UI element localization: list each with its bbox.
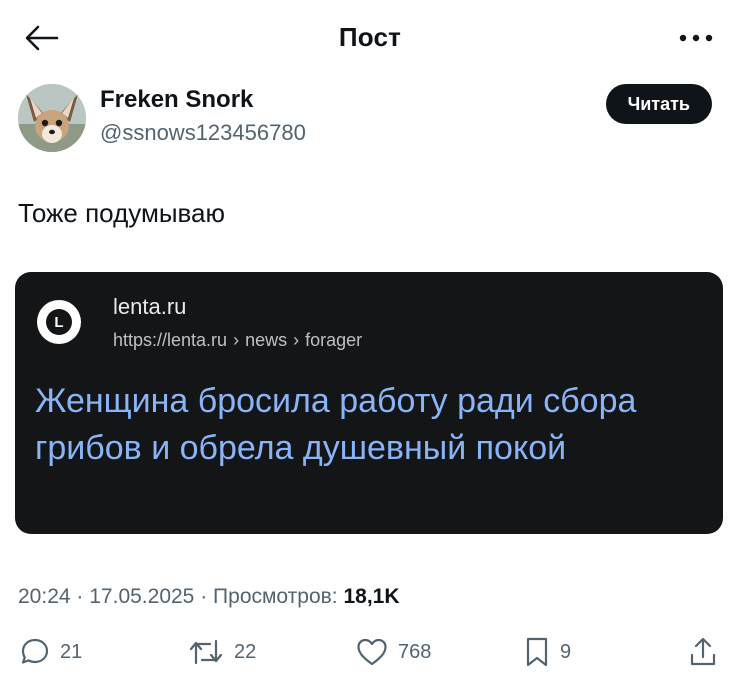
action-bar: 21 22 768 9: [0, 632, 740, 672]
site-url: https://lenta.ru › news › forager: [113, 330, 362, 351]
url-part: https://lenta.ru: [113, 330, 228, 350]
post-meta: 20:24 · 17.05.2025 · Просмотров: 18,1K: [18, 585, 400, 609]
url-separator: ›: [233, 330, 240, 350]
news-headline: Женщина бросила работу ради сбора грибов…: [35, 382, 637, 467]
reply-count: 21: [60, 640, 83, 663]
bookmark-icon: [526, 637, 548, 667]
repost-count: 22: [234, 640, 257, 663]
page-title: Пост: [338, 22, 402, 52]
reply-icon: [21, 638, 49, 664]
heart-icon: [357, 638, 387, 666]
bookmark-count: 9: [560, 640, 572, 663]
fox-avatar-icon: [18, 84, 86, 152]
views-count: 18,1K: [343, 585, 400, 608]
repost-button[interactable]: 22: [188, 632, 256, 672]
url-part: news: [245, 330, 288, 350]
post-text: Тоже подумываю: [18, 198, 225, 228]
post-date[interactable]: 17.05.2025: [89, 585, 194, 608]
follow-button[interactable]: Читать: [605, 84, 712, 124]
repost-icon: [189, 639, 223, 665]
views-label: Просмотров:: [213, 585, 338, 608]
like-count: 768: [398, 640, 432, 663]
bookmark-button[interactable]: 9: [524, 632, 571, 672]
share-icon: [690, 637, 716, 666]
site-logo: L: [37, 300, 81, 344]
reply-button[interactable]: 21: [20, 632, 82, 672]
more-horizontal-icon: [679, 34, 713, 42]
share-button[interactable]: [688, 632, 718, 672]
author-row: Freken Snork @ssnows123456780 Читать: [18, 84, 722, 156]
top-bar: Пост: [0, 0, 740, 70]
more-button[interactable]: [674, 18, 718, 58]
url-part: forager: [305, 330, 363, 350]
author-handle[interactable]: @ssnows123456780: [100, 120, 306, 146]
meta-separator: ·: [76, 585, 84, 608]
avatar[interactable]: [18, 84, 86, 152]
post-image[interactable]: L lenta.ru https://lenta.ru › news › forager…: [15, 272, 723, 534]
like-button[interactable]: 768: [356, 632, 431, 672]
author-name[interactable]: Freken Snork: [100, 86, 253, 114]
meta-separator: ·: [200, 585, 208, 608]
site-logo-letter: L: [46, 309, 72, 335]
site-name: lenta.ru: [113, 294, 187, 319]
url-separator: ›: [293, 330, 300, 350]
post-time[interactable]: 20:24: [18, 585, 71, 608]
